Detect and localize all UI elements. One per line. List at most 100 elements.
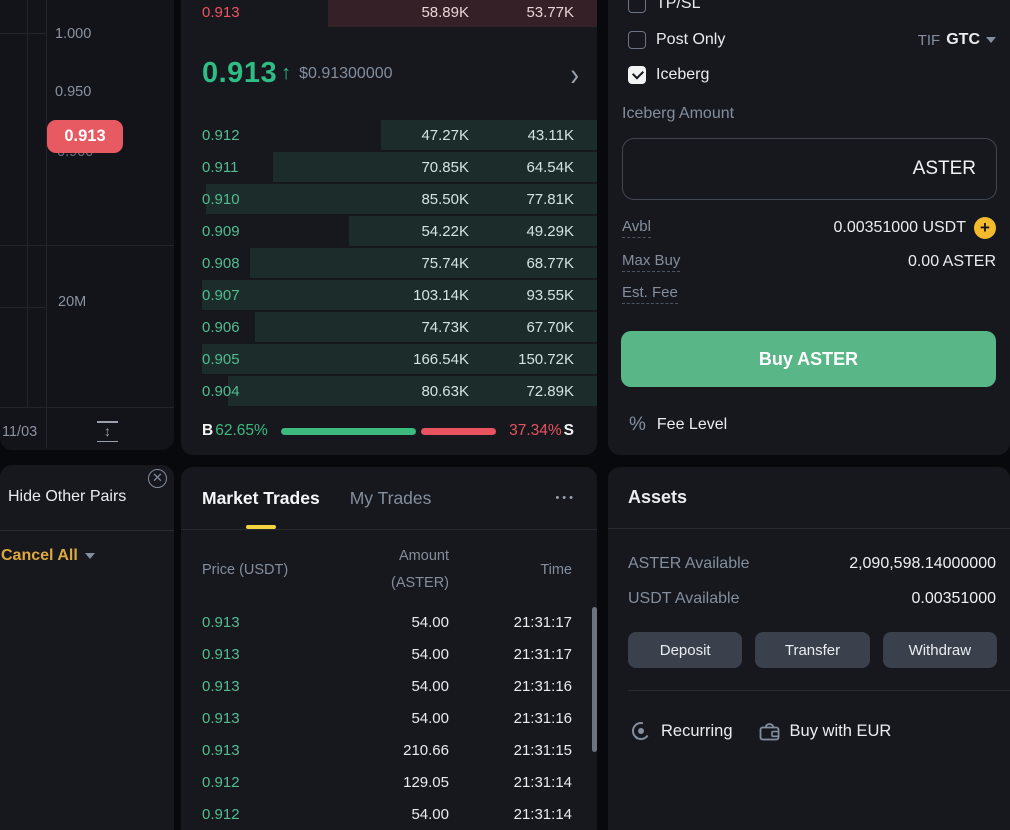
post-only-label: Post Only <box>656 31 725 49</box>
bid-depth-bar <box>202 280 597 310</box>
orderbook-bid-row[interactable]: 0.90674.73K67.70K <box>181 311 597 343</box>
orderbook-bid-row[interactable]: 0.90480.63K72.89K <box>181 375 597 407</box>
recurring-link[interactable]: Recurring <box>629 719 733 743</box>
trade-amount: 129.05 <box>302 774 449 791</box>
post-only-checkbox[interactable] <box>628 31 646 49</box>
tpsl-row[interactable]: TP/SL <box>628 0 996 15</box>
trade-row[interactable]: 0.91354.0021:31:16 <box>181 670 597 702</box>
trade-time: 21:31:17 <box>449 614 572 631</box>
orderbook-bid-row[interactable]: 0.91085.50K77.81K <box>181 183 597 215</box>
transfer-button[interactable]: Transfer <box>755 632 869 668</box>
trade-row[interactable]: 0.91354.0021:31:16 <box>181 702 597 734</box>
trade-amount: 54.00 <box>302 806 449 823</box>
trade-time: 21:31:17 <box>449 646 572 663</box>
fee-level-label: Fee Level <box>657 416 727 434</box>
last-price-usd: $0.91300000 <box>299 65 392 83</box>
sell-ratio: 37.34% <box>509 422 562 440</box>
chevron-right-icon[interactable]: › <box>570 62 579 86</box>
trade-row[interactable]: 0.91354.0021:31:17 <box>181 638 597 670</box>
input-unit-label: ASTER <box>913 158 976 180</box>
chevron-down-icon <box>986 37 996 43</box>
post-only-row: Post Only TIF GTC <box>628 29 996 51</box>
iceberg-amount-input[interactable]: ASTER <box>622 138 997 200</box>
trade-row[interactable]: 0.91354.0021:31:17 <box>181 606 597 638</box>
iceberg-row[interactable]: Iceberg <box>628 64 996 86</box>
trade-time: 21:31:16 <box>449 710 572 727</box>
iceberg-amount-label: Iceberg Amount <box>622 105 734 123</box>
wallet-icon <box>757 719 782 743</box>
trade-price: 0.913 <box>202 710 302 727</box>
deposit-button[interactable]: Deposit <box>628 632 742 668</box>
max-buy-row: Max Buy 0.00 ASTER <box>622 251 996 273</box>
trades-rows: 0.91354.0021:31:170.91354.0021:31:170.91… <box>181 606 597 830</box>
assets-panel: Assets ASTER Available2,090,598.14000000… <box>608 467 1010 830</box>
orderbook-ask-row[interactable]: 0.913 58.89K 53.77K <box>181 0 597 28</box>
tab-my-trades[interactable]: My Trades <box>350 467 432 529</box>
tif-dropdown[interactable]: TIF GTC <box>918 31 996 49</box>
trade-row[interactable]: 0.91254.0021:31:14 <box>181 798 597 830</box>
trades-column-headers: Price (USDT) Amount (ASTER) Time <box>181 547 597 593</box>
trade-amount: 54.00 <box>302 614 449 631</box>
chart-gridline-horizontal <box>0 307 46 308</box>
close-icon[interactable]: ✕ <box>148 469 167 488</box>
est-fee-row: Est. Fee <box>622 283 996 305</box>
iceberg-checkbox-checked[interactable] <box>628 66 646 84</box>
bid-depth-bar <box>228 376 597 406</box>
hide-other-pairs-label[interactable]: Hide Other Pairs <box>8 488 126 506</box>
scrollbar-thumb[interactable] <box>592 607 597 752</box>
tpsl-checkbox[interactable] <box>628 0 646 13</box>
chart-gridline-vertical <box>46 0 47 448</box>
orderbook-bid-row[interactable]: 0.91170.85K64.54K <box>181 151 597 183</box>
trading-page: 1.000 0.950 0.900 0.913 20M 11/03 ↕ ✕ Hi… <box>0 0 1010 830</box>
trade-row[interactable]: 0.912129.0521:31:14 <box>181 766 597 798</box>
buy-ratio-bar <box>281 428 416 435</box>
trade-price: 0.912 <box>202 806 302 823</box>
price-chart-panel[interactable]: 1.000 0.950 0.900 0.913 20M 11/03 ↕ <box>0 0 174 450</box>
max-buy-value: 0.00 ASTER <box>908 253 996 271</box>
orderbook-bid-row[interactable]: 0.905166.54K150.72K <box>181 343 597 375</box>
divider <box>0 530 174 531</box>
orderbook-bid-row[interactable]: 0.91247.27K43.11K <box>181 119 597 151</box>
orderbook-bid-row[interactable]: 0.90954.22K49.29K <box>181 215 597 247</box>
est-fee-label: Est. Fee <box>622 284 678 304</box>
trade-row[interactable]: 0.913210.6621:31:15 <box>181 734 597 766</box>
orderbook-bid-row[interactable]: 0.907103.14K93.55K <box>181 279 597 311</box>
cancel-all-dropdown[interactable]: Cancel All <box>1 547 95 565</box>
available-row: Avbl 0.00351000 USDT + <box>622 217 996 239</box>
time-axis-tick: 11/03 <box>2 424 37 440</box>
asset-value: 0.00351000 <box>911 590 996 608</box>
trade-price: 0.913 <box>202 678 302 695</box>
trade-time: 21:31:14 <box>449 774 572 791</box>
trades-tabs: Market Trades My Trades ••• <box>181 467 597 530</box>
bid-depth-bar <box>202 344 597 374</box>
trade-amount: 210.66 <box>302 742 449 759</box>
trade-amount: 54.00 <box>302 710 449 727</box>
add-funds-icon[interactable]: + <box>974 217 996 239</box>
trade-price: 0.912 <box>202 774 302 791</box>
percent-icon: % <box>629 414 646 436</box>
chevron-down-icon <box>85 553 95 559</box>
orderbook-bid-row[interactable]: 0.90875.74K68.77K <box>181 247 597 279</box>
orderbook-bids: 0.91247.27K43.11K0.91170.85K64.54K0.9108… <box>181 119 597 407</box>
buy-aster-button[interactable]: Buy ASTER <box>621 331 996 387</box>
trade-price: 0.913 <box>202 742 302 759</box>
bid-depth-bar <box>250 248 597 278</box>
volume-axis-tick: 20M <box>58 294 86 310</box>
iceberg-label: Iceberg <box>656 66 709 84</box>
chart-gridline-vertical <box>27 0 28 407</box>
more-options-icon[interactable]: ••• <box>555 492 576 504</box>
buy-with-eur-link[interactable]: Buy with EUR <box>757 719 892 743</box>
last-price-row[interactable]: 0.913 ↑ $0.91300000 › <box>181 28 597 119</box>
chart-autofit-icon[interactable]: ↕ <box>95 421 120 442</box>
chart-gridline-horizontal <box>0 33 46 34</box>
order-form-panel: TP/SL Post Only TIF GTC Iceberg Iceberg … <box>608 0 1010 455</box>
last-price: 0.913 <box>202 57 277 90</box>
fee-level-row[interactable]: % Fee Level <box>629 414 727 436</box>
max-buy-label: Max Buy <box>622 252 680 272</box>
withdraw-button[interactable]: Withdraw <box>883 632 997 668</box>
sell-ratio-bar <box>421 428 496 435</box>
divider <box>628 690 1010 691</box>
tab-market-trades[interactable]: Market Trades <box>202 467 320 529</box>
trade-amount: 54.00 <box>302 646 449 663</box>
market-trades-panel: Market Trades My Trades ••• Price (USDT)… <box>181 467 597 830</box>
